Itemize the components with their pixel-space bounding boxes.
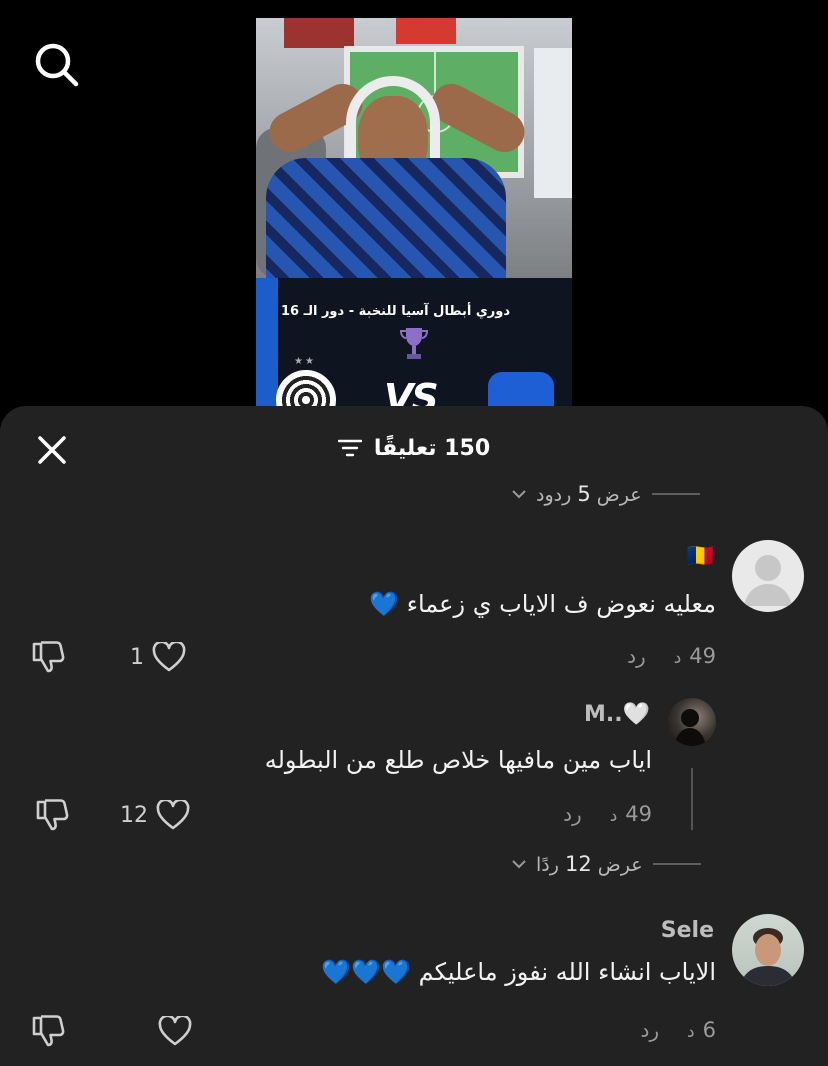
view-replies-prefix: عرض <box>596 484 642 506</box>
filter-icon[interactable] <box>337 438 362 458</box>
dislike-icon[interactable] <box>34 798 70 832</box>
view-replies-count: 12 <box>564 852 592 876</box>
view-replies-suffix: ردًا <box>536 854 559 876</box>
comments-header: 150 تعليقًا <box>0 430 828 466</box>
comments-count: 150 تعليقًا <box>374 436 490 461</box>
wall-frame <box>284 18 354 48</box>
view-replies-prefix: عرض <box>597 854 643 876</box>
jersey <box>266 158 506 288</box>
thread-line <box>691 768 693 830</box>
comment-text: معليه نعوض ف الاياب ي زعماء 💙 <box>369 590 716 618</box>
time-unit: د <box>673 648 682 668</box>
headset <box>346 76 440 168</box>
comment-meta: 49 د رد <box>627 644 716 668</box>
banner-title: دوري أبطال آسيا للنخبة - دور الـ 16 <box>281 304 510 319</box>
chevron-down-icon <box>512 860 526 869</box>
stars-icon: ★★ <box>294 356 316 367</box>
comment-username[interactable]: 🇹🇩 <box>687 544 714 569</box>
heart-outline-icon <box>158 1016 192 1046</box>
wall-frame <box>396 18 456 44</box>
comment-username[interactable]: M..🤍 <box>584 702 650 727</box>
reply-button[interactable]: رد <box>640 1018 659 1042</box>
view-replies-suffix: ردود <box>536 484 572 506</box>
comments-panel: 150 تعليقًا عرض 5 ردود 🇹🇩 معليه نعوض ف ا… <box>0 406 828 1066</box>
comment-meta: 49 د رد <box>563 802 652 826</box>
divider <box>651 493 700 495</box>
time-unit: د <box>609 806 618 826</box>
like-button[interactable]: 1 <box>130 642 186 672</box>
reply-button[interactable]: رد <box>627 644 646 668</box>
comment-meta: 6 د رد <box>640 1018 716 1042</box>
like-count: 12 <box>120 802 148 828</box>
like-button[interactable]: 12 <box>120 800 190 830</box>
view-replies-count: 5 <box>577 482 591 506</box>
time-value: 49 <box>625 802 652 826</box>
search-icon[interactable] <box>32 40 80 88</box>
dislike-icon[interactable] <box>30 640 66 674</box>
video-preview[interactable]: دوري أبطال آسيا للنخبة - دور الـ 16 ★★ V… <box>256 18 572 418</box>
default-avatar-icon <box>744 555 792 606</box>
avatar[interactable] <box>668 698 716 746</box>
video-frame <box>256 18 572 288</box>
comment-time: 6 د <box>687 1018 716 1042</box>
comment-time: 49 د <box>610 802 652 826</box>
comment-text: الاياب انشاء الله نفوز ماعليكم 💙💙💙 <box>321 958 716 986</box>
time-unit: د <box>687 1022 695 1042</box>
heart-outline-icon <box>156 800 190 830</box>
comments-count-label: تعليقًا <box>373 435 437 461</box>
time-value: 49 <box>689 644 716 668</box>
comment-time: 49 د <box>674 644 716 668</box>
like-button[interactable] <box>150 1016 192 1046</box>
avatar[interactable] <box>732 540 804 612</box>
banner-stripe <box>256 278 278 418</box>
comment-text: اياب مين مافيها خلاص طلع من البطوله <box>264 746 652 774</box>
view-replies-text: عرض 5 ردود <box>536 482 642 506</box>
chevron-down-icon <box>512 490 526 499</box>
time-value: 6 <box>702 1018 716 1042</box>
dislike-icon[interactable] <box>30 1014 66 1048</box>
hanging-shirt <box>534 48 572 198</box>
match-banner: دوري أبطال آسيا للنخبة - دور الـ 16 ★★ V… <box>256 278 572 418</box>
user-photo-icon <box>674 709 706 746</box>
view-replies-text: عرض 12 ردًا <box>536 852 643 876</box>
reply-button[interactable]: رد <box>563 802 582 826</box>
trophy-icon <box>400 328 428 359</box>
view-replies-button[interactable]: عرض 5 ردود <box>512 482 700 506</box>
heart-outline-icon <box>152 642 186 672</box>
avatar[interactable] <box>732 914 804 986</box>
divider <box>652 863 701 865</box>
comment-username[interactable]: Sele <box>661 918 714 943</box>
user-photo-icon <box>740 928 796 986</box>
comments-count-number: 150 <box>444 435 491 461</box>
like-count: 1 <box>130 644 144 670</box>
view-replies-button[interactable]: عرض 12 ردًا <box>512 852 701 876</box>
